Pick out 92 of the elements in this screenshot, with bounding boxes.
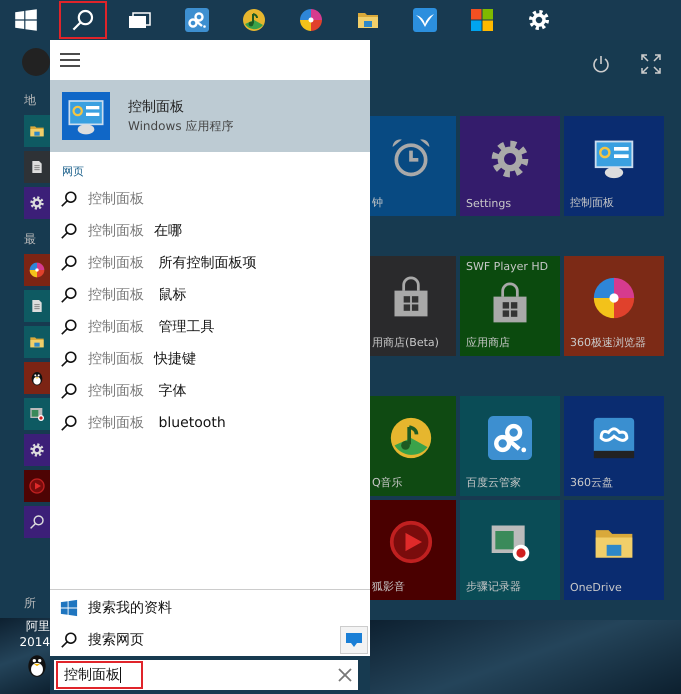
tile-label: Settings xyxy=(466,197,512,210)
search-icon xyxy=(60,190,78,208)
tile-label: 用商店(Beta) xyxy=(372,335,439,350)
expand-icon[interactable] xyxy=(641,54,661,74)
app-tile[interactable] xyxy=(24,398,50,430)
tile-label: 应用商店 xyxy=(466,335,510,350)
penguin-icon xyxy=(29,370,45,386)
app-tile[interactable] xyxy=(24,151,50,183)
play-icon xyxy=(389,520,433,564)
search-suggestion[interactable]: 控制面板 字体 xyxy=(50,375,370,407)
app-tile[interactable]: 步骤记录器 xyxy=(460,500,560,600)
search-suggestion[interactable]: 控制面板 所有控制面板项 xyxy=(50,247,370,279)
tile-title: SWF Player HD xyxy=(466,260,548,273)
search-suggestion[interactable]: 控制面板 xyxy=(50,183,370,215)
app-tile[interactable]: 钟 xyxy=(370,116,456,216)
app-tile[interactable] xyxy=(24,254,50,286)
app-tile[interactable]: 360极速浏览器 xyxy=(564,256,664,356)
speech-bubble-icon xyxy=(345,632,363,648)
search-icon xyxy=(29,514,45,530)
app-tile[interactable] xyxy=(24,362,50,394)
pinwheel-icon xyxy=(29,262,45,278)
app-tile[interactable] xyxy=(24,470,50,502)
app-tile[interactable]: Settings xyxy=(460,116,560,216)
windows-logo-icon xyxy=(14,8,38,32)
tile-label: 控制面板 xyxy=(570,195,614,210)
top-result[interactable]: 控制面板 Windows 应用程序 xyxy=(50,80,370,152)
app-tile[interactable] xyxy=(24,326,50,358)
app-tile[interactable]: SWF Player HD 应用商店 xyxy=(460,256,560,356)
search-action[interactable]: 搜索网页 xyxy=(50,624,370,656)
screen-record-icon xyxy=(29,406,45,422)
music-note-icon xyxy=(389,416,433,460)
app-tile[interactable] xyxy=(24,115,50,147)
app-tile[interactable]: 用商店(Beta) xyxy=(370,256,456,356)
tile-label: 百度云管家 xyxy=(466,475,521,490)
app-tile[interactable]: 狐影音 xyxy=(370,500,456,600)
menu-icon[interactable] xyxy=(60,53,80,67)
app-tile[interactable] xyxy=(24,434,50,466)
windows-logo-icon xyxy=(60,599,78,617)
all-apps-label[interactable]: 所 xyxy=(24,595,50,612)
tile-label: 360极速浏览器 xyxy=(570,335,646,350)
search-suggestion[interactable]: 控制面板 bluetooth xyxy=(50,407,370,439)
search-icon xyxy=(60,318,78,336)
search-suggestion[interactable]: 控制面板 鼠标 xyxy=(50,279,370,311)
pinwheel-icon xyxy=(592,276,636,320)
desktop-icon-label: 2014 xyxy=(19,634,50,650)
search-suggestion[interactable]: 控制面板 快捷键 xyxy=(50,343,370,375)
search-icon xyxy=(60,286,78,304)
play-icon xyxy=(29,478,45,494)
feedback-button[interactable] xyxy=(340,626,368,654)
desktop-icon-label: 阿里 xyxy=(26,618,50,634)
search-icon xyxy=(71,8,95,32)
tile-label: Q音乐 xyxy=(372,475,403,490)
section-heading: 网页 xyxy=(62,164,85,179)
search-suggestion[interactable]: 控制面板 在哪 xyxy=(50,215,370,247)
power-icon[interactable] xyxy=(591,54,611,74)
app-tile[interactable] xyxy=(24,290,50,322)
clear-icon[interactable] xyxy=(338,668,352,682)
search-icon xyxy=(60,350,78,368)
app-tile[interactable] xyxy=(24,187,50,219)
search-icon xyxy=(60,222,78,240)
section-heading: 地 xyxy=(24,92,37,109)
pinwheel-icon xyxy=(299,8,323,32)
app-tile[interactable]: 360云盘 xyxy=(564,396,664,496)
result-subtitle: Windows 应用程序 xyxy=(128,118,234,134)
tile-label: 狐影音 xyxy=(372,579,405,594)
search-icon xyxy=(60,254,78,272)
gear-icon xyxy=(29,195,45,211)
gear-icon xyxy=(29,442,45,458)
tile-label: 360云盘 xyxy=(570,475,613,490)
music-note-icon xyxy=(242,8,266,32)
app-tile[interactable]: 控制面板 xyxy=(564,116,664,216)
app-tile[interactable]: OneDrive xyxy=(564,500,664,600)
search-icon xyxy=(60,382,78,400)
linked-circles-icon xyxy=(488,416,532,460)
taskbar-button[interactable] xyxy=(59,1,107,39)
four-squares-icon xyxy=(470,8,494,32)
tile-label: 步骤记录器 xyxy=(466,579,521,594)
app-tile[interactable] xyxy=(24,506,50,538)
tile-label: 钟 xyxy=(372,195,383,210)
linked-circles-icon xyxy=(185,8,209,32)
gear-icon xyxy=(527,8,551,32)
search-action[interactable]: 搜索我的资料 xyxy=(50,592,370,624)
section-heading: 最 xyxy=(24,231,37,248)
tile-label: OneDrive xyxy=(570,581,622,594)
cloud-drive-icon xyxy=(592,416,636,460)
app-tile[interactable]: 百度云管家 xyxy=(460,396,560,496)
search-icon xyxy=(60,631,78,649)
result-title: 控制面板 xyxy=(128,98,185,116)
search-suggestion[interactable]: 控制面板 管理工具 xyxy=(50,311,370,343)
search-icon xyxy=(60,414,78,432)
app-tile[interactable]: Q音乐 xyxy=(370,396,456,496)
search-field[interactable]: 控制面板 xyxy=(54,660,358,690)
